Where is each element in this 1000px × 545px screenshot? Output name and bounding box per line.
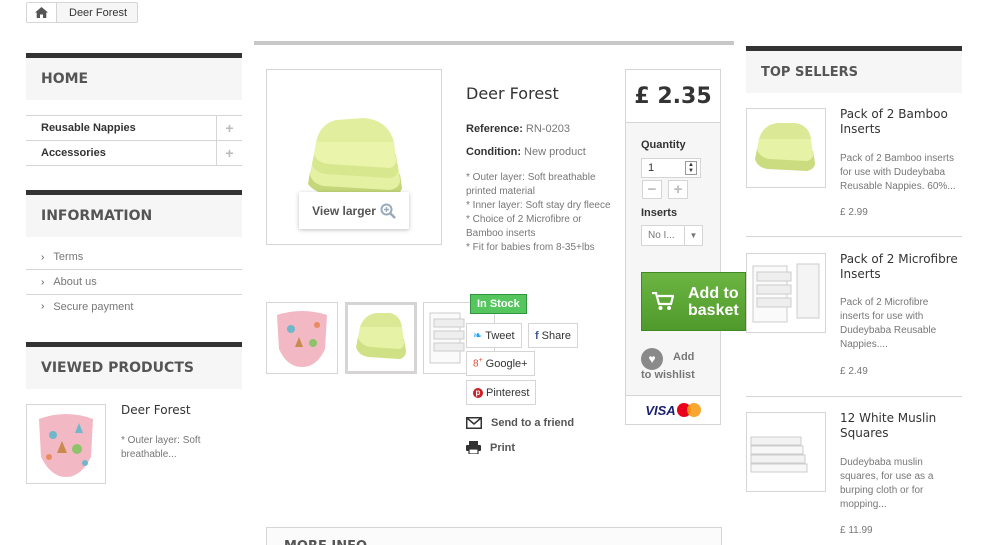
stock-badge: In Stock — [470, 294, 527, 314]
info-link-label: Terms — [53, 251, 84, 263]
zoom-in-icon — [380, 203, 396, 219]
info-link-label: About us — [53, 276, 97, 288]
product-condition: Condition: New product — [466, 146, 586, 158]
top-seller-desc: Pack of 2 Bamboo inserts for use with Du… — [840, 153, 956, 192]
pinterest-label: Pinterest — [486, 386, 530, 399]
top-seller-name[interactable]: Pack of 2 Bamboo Inserts — [840, 107, 962, 137]
view-larger-label: View larger — [312, 203, 376, 218]
divider — [746, 236, 962, 237]
top-sellers-title: TOP SELLERS — [746, 46, 962, 93]
top-seller-price: £ 11.99 — [840, 525, 873, 536]
send-to-friend-link[interactable]: Send to a friend — [466, 417, 574, 429]
top-seller-desc: Pack of 2 Microfibre inserts for use wit… — [840, 297, 937, 350]
chevron-right-icon: › — [41, 301, 45, 312]
viewed-products-title: VIEWED PRODUCTS — [26, 342, 242, 389]
quantity-minus-button[interactable]: − — [642, 180, 662, 199]
chevron-down-icon: ▼ — [684, 226, 702, 245]
center-top-divider — [254, 41, 734, 45]
top-seller-desc: Dudeybaba muslin squares, for use as a b… — [840, 457, 934, 510]
quantity-plus-button[interactable]: + — [668, 180, 688, 199]
condition-value: New product — [524, 146, 586, 158]
payment-logos: VISA — [626, 395, 720, 424]
condition-label: Condition: — [466, 146, 521, 158]
description-line: * Choice of 2 Microfibre or Bamboo inser… — [466, 214, 582, 239]
reference-label: Reference: — [466, 123, 523, 135]
plus-icon[interactable]: + — [216, 141, 242, 165]
google-label: Google+ — [485, 357, 528, 370]
description-line: * Outer layer: Soft breathable printed m… — [466, 172, 596, 197]
info-link-label: Secure payment — [53, 300, 134, 313]
mastercard-icon — [676, 403, 701, 417]
facebook-share-button[interactable]: f Share — [528, 323, 579, 348]
viewed-product-name[interactable]: Deer Forest — [121, 403, 191, 417]
print-label: Print — [490, 441, 516, 454]
print-link[interactable]: Print — [466, 441, 515, 454]
information-block-title: INFORMATION — [26, 190, 242, 237]
twitter-icon: ❧ — [473, 330, 483, 342]
category-label: Reusable Nappies — [41, 122, 136, 134]
quantity-value: 1 — [648, 162, 655, 174]
breadcrumb-current: Deer Forest — [69, 6, 128, 19]
visa-logo: VISA — [645, 402, 676, 418]
print-icon — [466, 441, 481, 454]
add-to-basket-label: Add to basket — [688, 284, 739, 319]
quantity-input[interactable]: 1 ▲ ▼ — [641, 158, 701, 178]
add-to-basket-button[interactable]: Add to basket — [641, 272, 746, 331]
info-link-secure-payment[interactable]: › Secure payment — [26, 294, 242, 319]
pinterest-button[interactable]: p Pinterest — [466, 380, 537, 405]
pinterest-icon: p — [473, 387, 483, 398]
facebook-icon: f — [535, 329, 539, 342]
spinner-icon[interactable]: ▲ ▼ — [685, 161, 697, 175]
viewed-product-image[interactable] — [26, 404, 106, 484]
product-price: £ 2.35 — [626, 70, 720, 123]
inserts-label: Inserts — [641, 207, 678, 219]
envelope-icon — [466, 417, 482, 429]
chevron-right-icon: › — [41, 276, 45, 288]
share-label: Share — [541, 329, 572, 342]
view-larger-button[interactable]: View larger — [299, 192, 409, 229]
heart-icon: ♥ — [641, 348, 663, 370]
inserts-select[interactable]: No I... ▼ — [641, 225, 703, 246]
description-line: * Fit for babies from 8-35+lbs — [466, 242, 595, 253]
product-thumbnail[interactable] — [266, 302, 338, 374]
product-short-description: * Outer layer: Soft breathable printed m… — [466, 171, 611, 255]
product-thumbnail-selected[interactable] — [345, 302, 417, 374]
quantity-label: Quantity — [641, 139, 686, 151]
product-title: Deer Forest — [466, 84, 559, 103]
top-seller-price: £ 2.99 — [840, 207, 868, 218]
category-accessories[interactable]: Accessories + — [26, 141, 242, 166]
top-seller-name[interactable]: Pack of 2 Microfibre Inserts — [840, 252, 962, 282]
top-seller-image[interactable] — [746, 412, 826, 492]
home-icon[interactable] — [27, 3, 57, 22]
description-line: * Inner layer: Soft stay dry fleece — [466, 200, 611, 211]
category-reusable-nappies[interactable]: Reusable Nappies + — [26, 116, 242, 141]
viewed-product-desc: * Outer layer: Soft breathable... — [121, 435, 201, 460]
info-link-terms[interactable]: › Terms — [26, 245, 242, 270]
google-plus-icon: 8+ — [473, 357, 483, 370]
plus-icon[interactable]: + — [216, 116, 242, 140]
tweet-label: Tweet — [485, 329, 515, 342]
top-seller-name[interactable]: 12 White Muslin Squares — [840, 411, 962, 441]
inserts-selected-value: No I... — [648, 230, 675, 241]
add-to-wishlist-link[interactable]: ♥ Add to wishlist — [641, 348, 721, 384]
tweet-button[interactable]: ❧ Tweet — [466, 323, 522, 348]
divider — [746, 396, 962, 397]
more-info-tab[interactable]: MORE INFO — [266, 527, 722, 545]
google-plus-button[interactable]: 8+ Google+ — [466, 351, 535, 376]
cart-icon — [652, 292, 674, 311]
send-to-friend-label: Send to a friend — [491, 417, 575, 429]
top-seller-price: £ 2.49 — [840, 366, 868, 377]
reference-value: RN-0203 — [525, 123, 570, 135]
home-block-title[interactable]: HOME — [26, 53, 242, 100]
breadcrumb: Deer Forest — [26, 2, 139, 23]
top-seller-image[interactable] — [746, 253, 826, 333]
top-seller-image[interactable] — [746, 108, 826, 188]
category-label: Accessories — [41, 147, 106, 159]
product-reference: Reference: RN-0203 — [466, 123, 570, 135]
chevron-right-icon: › — [41, 251, 45, 263]
info-link-about[interactable]: › About us — [26, 270, 242, 295]
